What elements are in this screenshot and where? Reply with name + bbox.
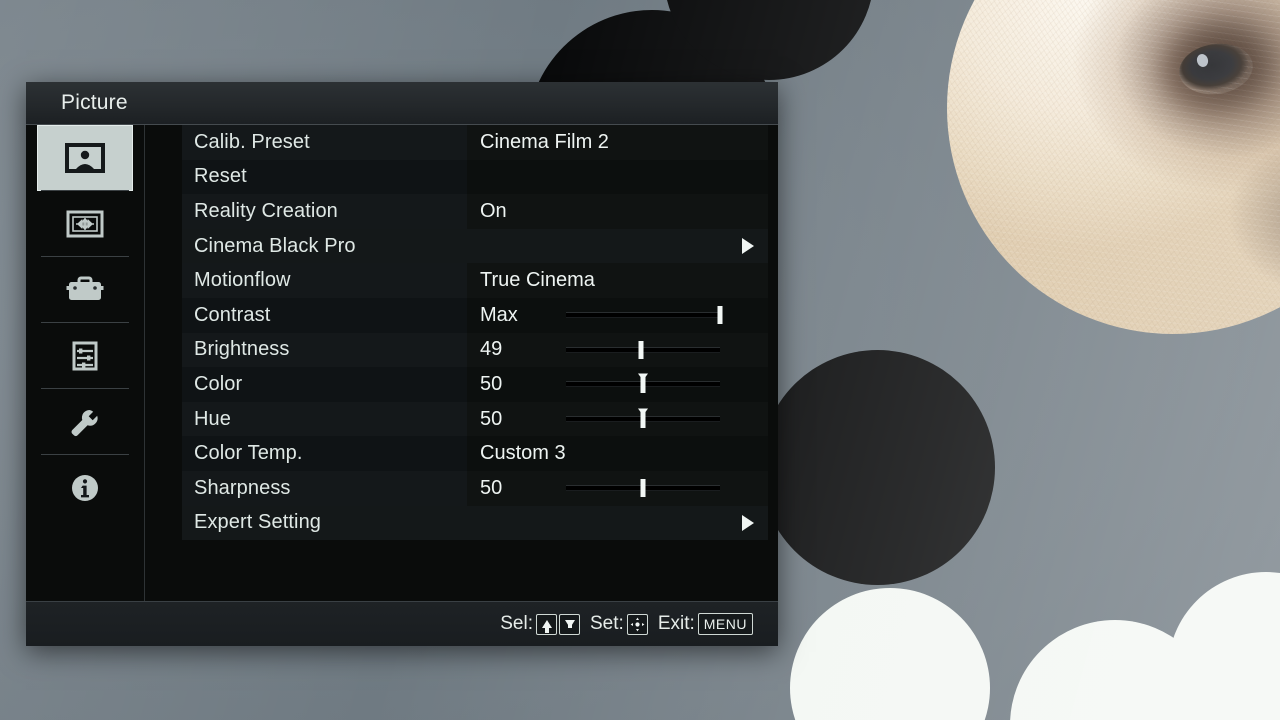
- setting-label: Sharpness: [182, 470, 467, 506]
- setting-value: Cinema Film 2: [480, 130, 609, 153]
- setting-value: Custom 3: [480, 442, 566, 465]
- settings-row[interactable]: Expert Setting: [182, 505, 768, 541]
- setting-label: Calib. Preset: [182, 125, 467, 160]
- chevron-right-icon: [742, 514, 754, 531]
- sel-hint-label: Sel:: [500, 613, 533, 634]
- setting-slider[interactable]: [566, 367, 720, 402]
- arrow-up-key-icon[interactable]: [536, 613, 557, 635]
- setting-label: Color Temp.: [182, 436, 467, 471]
- screen-resize-icon: [66, 210, 104, 238]
- slider-thumb[interactable]: [640, 375, 646, 394]
- menu-title-bar: Picture: [26, 82, 778, 125]
- info-icon: [72, 475, 98, 501]
- setting-value: 50: [480, 372, 503, 395]
- settings-row[interactable]: Sharpness 50: [182, 470, 768, 506]
- exit-hint-label: Exit:: [657, 613, 695, 634]
- setting-value: True Cinema: [480, 269, 595, 292]
- background-blob-dark: [760, 350, 995, 585]
- sidebar-item-picture[interactable]: [37, 125, 133, 191]
- setting-label: Motionflow: [182, 263, 467, 298]
- key-hints: Sel: Set: Exit: MENU: [500, 613, 754, 635]
- slider-thumb[interactable]: [638, 340, 644, 359]
- settings-row[interactable]: Color 50: [182, 367, 768, 402]
- category-sidebar: [26, 125, 145, 603]
- setting-label: Reality Creation: [182, 194, 467, 229]
- toolbox-icon: [66, 276, 104, 300]
- background-blob-light: [790, 588, 990, 720]
- background-blob-light: [1168, 572, 1280, 720]
- chevron-right-icon: [742, 238, 754, 255]
- setting-value: On: [480, 199, 507, 222]
- slider-thumb[interactable]: [640, 479, 646, 498]
- sidebar-item-screen[interactable]: [37, 190, 133, 257]
- slider-track: [566, 312, 720, 319]
- wrench-icon: [71, 410, 98, 437]
- sidebar-item-function[interactable]: [37, 322, 133, 389]
- sidebar-item-setup[interactable]: [37, 256, 133, 323]
- slider-thumb[interactable]: [640, 410, 646, 429]
- setting-slider[interactable]: [566, 333, 720, 368]
- settings-row[interactable]: Color Temp. Custom 3: [182, 436, 768, 471]
- setting-value: 49: [480, 338, 503, 361]
- picture-icon: [65, 143, 105, 173]
- settings-row[interactable]: Calib. Preset Cinema Film 2: [182, 125, 768, 160]
- setting-value: 50: [480, 476, 503, 499]
- menu-key-badge[interactable]: MENU: [697, 613, 753, 635]
- set-hint-label: Set:: [590, 613, 624, 634]
- settings-row[interactable]: Reality Creation On: [182, 194, 768, 229]
- settings-list: Calib. Preset Cinema Film 2 Reset Reality C…: [145, 125, 778, 541]
- setting-label: Hue: [182, 401, 467, 437]
- setting-slider[interactable]: [566, 471, 720, 506]
- setting-label: Color: [182, 367, 467, 402]
- setting-value: Max: [480, 303, 518, 326]
- setting-label: Cinema Black Pro: [194, 234, 356, 257]
- setting-label: Contrast: [182, 297, 467, 333]
- slider-thumb[interactable]: [717, 306, 723, 325]
- dpad-center-key-icon[interactable]: [626, 613, 648, 635]
- sidebar-item-installation[interactable]: [37, 388, 133, 455]
- arrow-down-key-icon[interactable]: [559, 613, 580, 635]
- setting-value: 50: [480, 407, 503, 430]
- settings-row[interactable]: Motionflow True Cinema: [182, 263, 768, 298]
- settings-row[interactable]: Contrast Max: [182, 297, 768, 333]
- menu-footer-bar: Sel: Set: Exit: MENU: [26, 601, 778, 646]
- menu-body: Calib. Preset Cinema Film 2 Reset Reality C…: [26, 125, 778, 603]
- setting-slider[interactable]: [566, 298, 723, 333]
- setting-label: Reset: [182, 159, 467, 195]
- setting-label: Brightness: [182, 332, 467, 368]
- settings-row[interactable]: Hue 50: [182, 401, 768, 437]
- settings-row[interactable]: Reset: [182, 159, 768, 195]
- settings-row[interactable]: Cinema Black Pro: [182, 228, 768, 264]
- list-settings-icon: [72, 341, 98, 371]
- setting-slider[interactable]: [566, 402, 720, 437]
- page-title: Picture: [61, 91, 128, 114]
- dpad-center-icon: [630, 617, 645, 631]
- sidebar-item-information[interactable]: [37, 454, 133, 521]
- settings-row[interactable]: Brightness 49: [182, 332, 768, 368]
- setting-label: Expert Setting: [194, 511, 322, 534]
- dog-photo: [947, 0, 1280, 334]
- osd-menu-window: Picture Calib. Preset Cinema Film 2 Rese…: [26, 82, 778, 646]
